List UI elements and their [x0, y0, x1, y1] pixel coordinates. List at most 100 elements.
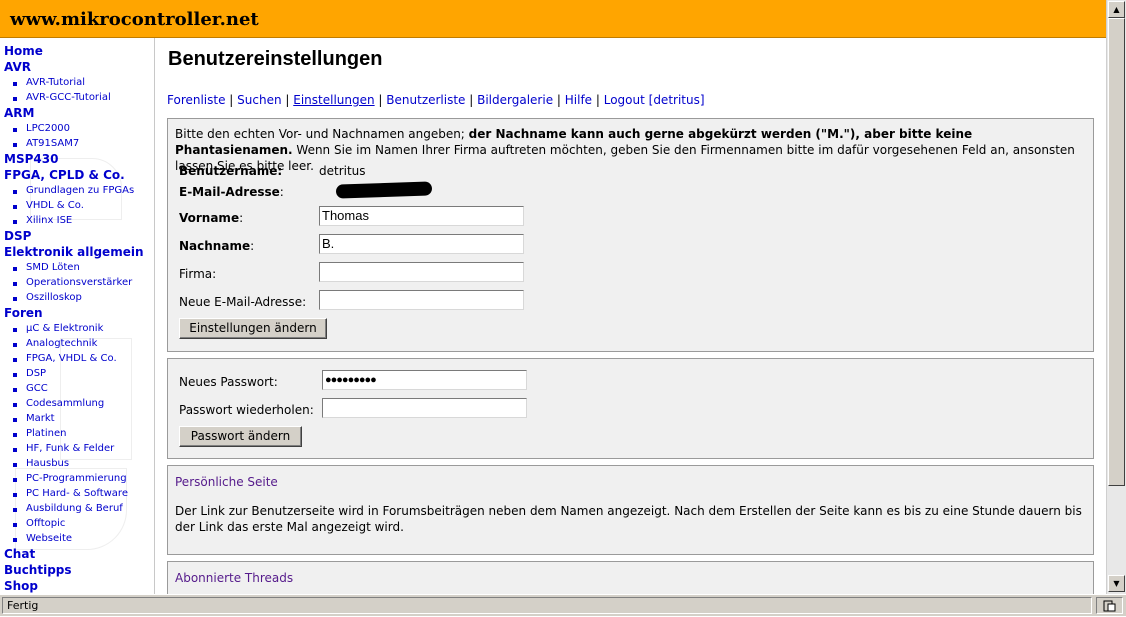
name-notice: Bitte den echten Vor- und Nachnamen ange… — [175, 126, 1087, 174]
company-input[interactable] — [319, 262, 524, 282]
sidebar-item-avr[interactable]: AVR — [4, 60, 31, 74]
sidebar-item-dsp[interactable]: DSP — [4, 229, 31, 243]
sidebar: Home AVR AVR-Tutorial AVR-GCC-Tutorial A… — [0, 38, 155, 594]
sidebar-subitem[interactable]: HF, Funk & Felder — [26, 443, 114, 454]
sidebar-subitem[interactable]: VHDL & Co. — [26, 200, 84, 211]
firstname-label: Vorname — [179, 211, 240, 225]
bullet-icon — [13, 373, 17, 377]
personal-page-link[interactable]: Persönliche Seite — [175, 475, 278, 489]
nav-einstellungen[interactable]: Einstellungen — [293, 93, 374, 107]
sidebar-subitem[interactable]: Analogtechnik — [26, 338, 97, 349]
sidebar-subitem[interactable]: Codesammlung — [26, 398, 104, 409]
bullet-icon — [13, 463, 17, 467]
scroll-up-arrow-icon[interactable]: ▲ — [1108, 1, 1125, 18]
sidebar-subitem[interactable]: LPC2000 — [26, 123, 70, 134]
bullet-icon — [13, 448, 17, 452]
sidebar-subitem[interactable]: Xilinx ISE — [26, 215, 72, 226]
sidebar-subitem[interactable]: SMD Löten — [26, 262, 80, 273]
sidebar-subitem[interactable]: DSP — [26, 368, 46, 379]
new-email-input[interactable] — [319, 290, 524, 310]
nav-bildergalerie[interactable]: Bildergalerie — [477, 93, 553, 107]
change-password-button[interactable]: Passwort ändern — [179, 426, 302, 447]
sidebar-subitem[interactable]: GCC — [26, 383, 48, 394]
site-title[interactable]: www.mikrocontroller.net — [10, 9, 259, 30]
bullet-icon — [13, 433, 17, 437]
save-settings-button[interactable]: Einstellungen ändern — [179, 318, 327, 339]
nav-logout[interactable]: Logout [detritus] — [604, 93, 705, 107]
lastname-input[interactable]: B. — [319, 234, 524, 254]
bullet-icon — [13, 190, 17, 194]
bullet-icon — [13, 538, 17, 542]
repeat-password-label: Passwort wiederholen: — [179, 403, 314, 417]
bullet-icon — [13, 205, 17, 209]
new-password-label: Neues Passwort: — [179, 375, 278, 389]
sidebar-subitem[interactable]: FPGA, VHDL & Co. — [26, 353, 117, 364]
sidebar-subitem[interactable]: Webseite — [26, 533, 72, 544]
profile-settings-panel: Bitte den echten Vor- und Nachnamen ange… — [167, 118, 1094, 352]
notice-text: Bitte den echten Vor- und Nachnamen ange… — [175, 127, 469, 141]
username-value: detritus — [319, 164, 366, 178]
vertical-scrollbar[interactable]: ▲ ▼ — [1106, 0, 1126, 594]
sidebar-subitem[interactable]: Platinen — [26, 428, 66, 439]
nav-forenliste[interactable]: Forenliste — [167, 93, 225, 107]
nav-separator: | — [465, 93, 478, 107]
notice-text: Wenn Sie im Namen Ihrer Firma auftreten … — [175, 143, 1075, 173]
bullet-icon — [13, 418, 17, 422]
sidebar-subitem[interactable]: Ausbildung & Beruf — [26, 503, 123, 514]
nav-suchen[interactable]: Suchen — [237, 93, 281, 107]
password-panel: Neues Passwort: ●●●●●●●●● Passwort wiede… — [167, 358, 1094, 459]
email-label-row: E-Mail-Adresse: — [179, 185, 284, 199]
sidebar-subitem[interactable]: µC & Elektronik — [26, 323, 103, 334]
bullet-icon — [13, 523, 17, 527]
username-label: Benutzername: — [179, 164, 283, 178]
email-label-colon: : — [279, 185, 284, 199]
sidebar-subitem[interactable]: AT91SAM7 — [26, 138, 79, 149]
sidebar-subitem[interactable]: Operationsverstärker — [26, 277, 132, 288]
subscriptions-panel: Abonnierte Threads — [167, 561, 1094, 594]
lastname-label-row: Nachname: — [179, 239, 254, 253]
subscriptions-link[interactable]: Abonnierte Threads — [175, 571, 293, 585]
site-header: www.mikrocontroller.net — [0, 0, 1106, 38]
sidebar-subitem[interactable]: AVR-GCC-Tutorial — [26, 92, 111, 103]
bullet-icon — [13, 267, 17, 271]
sidebar-subitem[interactable]: Offtopic — [26, 518, 65, 529]
bullet-icon — [13, 128, 17, 132]
sidebar-item-shop[interactable]: Shop — [4, 579, 38, 593]
sidebar-subitem[interactable]: PC Hard- & Software — [26, 488, 128, 499]
bullet-icon — [13, 358, 17, 362]
sidebar-subitem[interactable]: Markt — [26, 413, 55, 424]
lastname-label: Nachname — [179, 239, 251, 253]
new-password-input[interactable]: ●●●●●●●●● — [322, 370, 527, 390]
lastname-label-colon: : — [250, 239, 255, 253]
sidebar-item-elektronik[interactable]: Elektronik allgemein — [4, 245, 144, 259]
repeat-password-input[interactable] — [322, 398, 527, 418]
sidebar-subitem[interactable]: PC-Programmierung — [26, 473, 127, 484]
new-email-label: Neue E-Mail-Adresse: — [179, 295, 307, 309]
sidebar-item-fpga[interactable]: FPGA, CPLD & Co. — [4, 168, 125, 182]
bullet-icon — [13, 403, 17, 407]
sidebar-item-foren[interactable]: Foren — [4, 306, 43, 320]
bullet-icon — [13, 343, 17, 347]
bullet-icon — [13, 388, 17, 392]
firstname-label-colon: : — [239, 211, 244, 225]
sidebar-item-chat[interactable]: Chat — [4, 547, 35, 561]
sidebar-item-arm[interactable]: ARM — [4, 106, 34, 120]
bullet-icon — [13, 97, 17, 101]
bullet-icon — [13, 220, 17, 224]
scroll-down-arrow-icon[interactable]: ▼ — [1108, 575, 1125, 592]
sidebar-item-buchtipps[interactable]: Buchtipps — [4, 563, 72, 577]
firstname-input[interactable]: Thomas — [319, 206, 524, 226]
bullet-icon — [13, 508, 17, 512]
sidebar-subitem[interactable]: AVR-Tutorial — [26, 77, 85, 88]
sidebar-subitem[interactable]: Oszilloskop — [26, 292, 82, 303]
sidebar-item-msp430[interactable]: MSP430 — [4, 152, 58, 166]
nav-benutzerliste[interactable]: Benutzerliste — [386, 93, 465, 107]
scrollbar-thumb[interactable] — [1108, 18, 1125, 486]
sidebar-subitem[interactable]: Grundlagen zu FPGAs — [26, 185, 134, 196]
sidebar-item-home[interactable]: Home — [4, 44, 43, 58]
nav-hilfe[interactable]: Hilfe — [565, 93, 592, 107]
sidebar-subitem[interactable]: Hausbus — [26, 458, 69, 469]
nav-separator: | — [225, 93, 238, 107]
bullet-icon — [13, 478, 17, 482]
nav-separator: | — [281, 93, 294, 107]
